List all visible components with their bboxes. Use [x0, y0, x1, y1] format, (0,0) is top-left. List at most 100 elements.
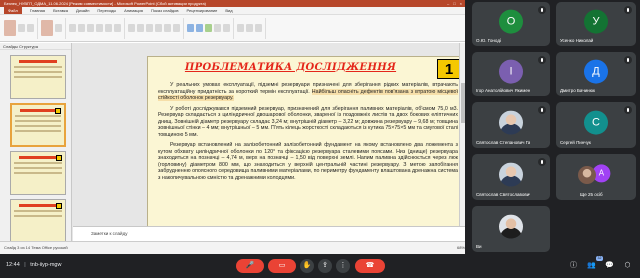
- mic-off-icon: [624, 106, 632, 114]
- ribbon-tab-transitions[interactable]: Переходы: [97, 7, 116, 14]
- chat-button[interactable]: 💬: [604, 260, 615, 271]
- new-slide-icon[interactable]: [41, 20, 53, 36]
- cut-icon[interactable]: [18, 24, 25, 32]
- thumb-number-badge: [56, 155, 62, 161]
- font-size-icon[interactable]: [105, 24, 112, 32]
- slide-thumbnail[interactable]: 4: [10, 199, 66, 243]
- meeting-time-code: 12:44 | tnb-iiyp-mgw: [6, 262, 61, 268]
- self-video: [499, 214, 523, 239]
- ribbon-tab-home[interactable]: Главная: [30, 7, 45, 14]
- find-icon[interactable]: [237, 24, 244, 32]
- raise-hand-icon: ✋: [302, 262, 312, 269]
- arrange-icon[interactable]: [196, 24, 203, 32]
- shape-fill-icon[interactable]: [214, 24, 221, 32]
- people-button[interactable]: 👥: [586, 260, 597, 271]
- thumb-text-line: [14, 162, 62, 164]
- thumb-number-badge: [56, 203, 62, 209]
- select-icon[interactable]: [255, 24, 262, 32]
- participant-tile[interactable]: І Ігор Анатолійович Якименко: [472, 52, 550, 96]
- ribbon-tab-file[interactable]: Файл: [4, 7, 22, 14]
- shapes-icon[interactable]: [187, 24, 194, 32]
- mic-off-icon: [538, 158, 546, 166]
- slide-paragraph: У реальних умовах експлуатації, підземні…: [158, 82, 458, 102]
- slide-editor: ПРОБЛЕМАТИКА ДОСЛІДЖЕННЯ 1 У реальних ум…: [73, 43, 465, 241]
- slide-thumbnail[interactable]: 1: [10, 55, 66, 99]
- self-view-tile[interactable]: Ви: [472, 206, 550, 252]
- quick-styles-icon[interactable]: [205, 24, 212, 32]
- align-center-icon[interactable]: [155, 24, 162, 32]
- shape-outline-icon[interactable]: [223, 24, 230, 32]
- ribbon-tab-design[interactable]: Дизайн: [76, 7, 89, 14]
- bullets-icon[interactable]: [128, 24, 135, 32]
- participant-tile[interactable]: О О.Ю. Гоноді: [472, 2, 550, 46]
- status-zoom[interactable]: 68%: [457, 242, 465, 254]
- bold-icon[interactable]: [69, 24, 76, 32]
- shadow-icon[interactable]: [114, 24, 121, 32]
- participant-name: Сергей Пинчук: [560, 140, 591, 145]
- participant-tile[interactable]: Д Дмитро Бачинюк: [556, 52, 636, 96]
- participant-tile[interactable]: Святослав Святославович Г...: [472, 154, 550, 200]
- ribbon-tab-view[interactable]: Вид: [225, 7, 232, 14]
- ribbon-group-drawing: [187, 17, 234, 39]
- ribbon-group-slides: [41, 17, 66, 39]
- align-left-icon[interactable]: [146, 24, 153, 32]
- replace-icon[interactable]: [246, 24, 253, 32]
- justify-icon[interactable]: [173, 24, 180, 32]
- participant-name: Ігор Анатолійович Якименко: [476, 88, 530, 93]
- align-right-icon[interactable]: [164, 24, 171, 32]
- participant-name: О.Ю. Гоноді: [476, 38, 501, 43]
- numbering-icon[interactable]: [137, 24, 144, 32]
- more-vert-icon: ⋮: [339, 262, 347, 269]
- others-tile[interactable]: А Ще 25 осіб: [556, 154, 636, 200]
- paste-icon[interactable]: [4, 20, 16, 36]
- people-icon: 👥: [587, 262, 596, 269]
- meet-control-bar: 12:44 | tnb-iiyp-mgw 🎤 ▭ ✋ ⇪ ⋮ ☎ ⓘ 👥 32 …: [0, 254, 640, 278]
- participant-photo-small: [578, 166, 596, 184]
- font-color-icon[interactable]: [96, 24, 103, 32]
- more-options-button[interactable]: ⋮: [336, 259, 350, 273]
- ribbon-tab-insert[interactable]: Вставка: [53, 7, 68, 14]
- ribbon-tab-review[interactable]: Рецензирование: [187, 7, 218, 14]
- thumb-title-shape: [19, 156, 57, 159]
- maximize-icon[interactable]: □: [453, 0, 455, 7]
- slide-thumbnail-selected[interactable]: 2: [10, 103, 66, 147]
- notes-pane[interactable]: Заметки к слайду: [73, 226, 465, 241]
- ribbon-group-clipboard: [4, 17, 38, 39]
- slide-thumbnail[interactable]: 3: [10, 151, 66, 195]
- underline-icon[interactable]: [87, 24, 94, 32]
- thumb-title-shape: [20, 109, 56, 112]
- thumb-number-badge: [55, 108, 61, 114]
- mic-off-icon: [538, 106, 546, 114]
- ribbon-group-font: [69, 17, 125, 39]
- slide-vertical-scrollbar[interactable]: [459, 43, 465, 241]
- copy-icon[interactable]: [27, 24, 34, 32]
- ppt-status-bar: Слайд 3 из 14 Тема Office русский 68%: [0, 241, 465, 254]
- minimize-icon[interactable]: –: [447, 0, 449, 7]
- participant-tile[interactable]: У Усенко Николай: [556, 2, 636, 46]
- layout-icon[interactable]: [55, 24, 62, 32]
- raise-hand-button[interactable]: ✋: [300, 259, 314, 273]
- activities-button[interactable]: ⬡: [622, 260, 633, 271]
- participant-tile[interactable]: Святослав Степанович Гамол: [472, 102, 550, 148]
- thumb-title-shape: [19, 60, 57, 63]
- leave-call-button[interactable]: ☎: [355, 259, 385, 273]
- ribbon-tab-slideshow[interactable]: Показ слайдов: [151, 7, 179, 14]
- info-button[interactable]: ⓘ: [568, 260, 579, 271]
- scrollbar-thumb[interactable]: [461, 83, 465, 123]
- slide-title[interactable]: ПРОБЛЕМАТИКА ДОСЛІДЖЕННЯ: [158, 60, 423, 76]
- present-button[interactable]: ⇪: [318, 259, 332, 273]
- mic-off-icon: [624, 56, 632, 64]
- current-slide[interactable]: ПРОБЛЕМАТИКА ДОСЛІДЖЕННЯ 1 У реальних ум…: [147, 56, 465, 228]
- shared-screen: Безпек_НУВГП_ОДМА_11.06.2024 [Режим совм…: [0, 0, 465, 254]
- microphone-toggle-button[interactable]: 🎤: [236, 259, 264, 273]
- slide-body-text[interactable]: У реальних умовах експлуатації, підземні…: [158, 82, 458, 185]
- close-icon[interactable]: ×: [460, 0, 462, 7]
- paragraph-text: У роботі досліджувався підземний резерву…: [158, 105, 458, 138]
- thumbs-tabs[interactable]: Слайды Структура: [0, 43, 71, 50]
- participant-photo: [499, 162, 523, 187]
- participant-tile[interactable]: С Сергей Пинчук: [556, 102, 636, 148]
- camera-toggle-button[interactable]: ▭: [268, 259, 296, 273]
- participant-name: Дмитро Бачинюк: [560, 88, 596, 93]
- italic-icon[interactable]: [78, 24, 85, 32]
- ribbon-tab-animation[interactable]: Анимация: [124, 7, 143, 14]
